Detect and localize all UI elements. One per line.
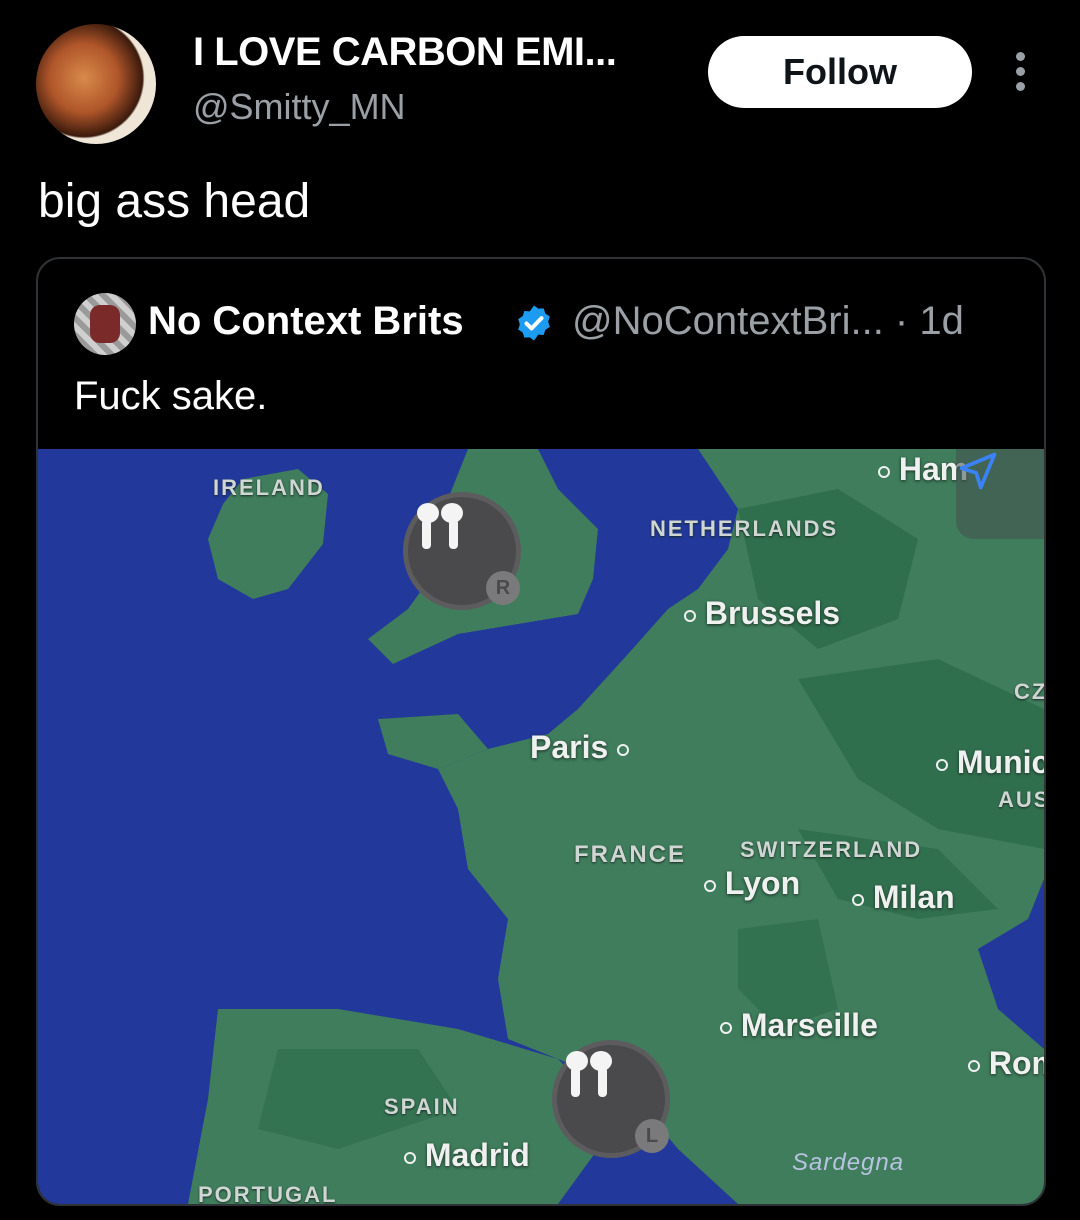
city-brussels: Brussels [684,595,840,632]
quoted-tweet[interactable]: No Context Brits @NoContextBri... · 1d F… [36,257,1046,1206]
city-lyon: Lyon [704,865,800,902]
pin-badge: L [635,1119,669,1153]
airpod-right-pin[interactable]: R [403,492,521,610]
map-land [188,449,1044,1204]
follow-button[interactable]: Follow [708,36,972,108]
author-avatar[interactable] [36,24,156,144]
more-options-icon[interactable] [1006,52,1034,96]
quoted-author-name: No Context Brits [148,299,464,343]
label-aus: AUS [998,787,1044,812]
airpods-icon [417,503,463,549]
label-france: FRANCE [574,841,686,868]
author-name[interactable]: I LOVE CARBON EMI... [193,30,617,75]
city-rome: Rom [968,1045,1044,1082]
verified-badge-icon [518,305,550,341]
airpod-left-pin[interactable]: L [552,1040,670,1158]
location-arrow-icon [959,452,997,490]
label-cz: CZ [1014,679,1044,704]
city-madrid: Madrid [404,1137,530,1174]
city-marseille: Marseille [720,1007,878,1044]
map-image[interactable]: IRELAND NETHERLANDS FRANCE SWITZERLAND S… [38,449,1044,1204]
label-sardegna: Sardegna [792,1149,905,1176]
label-switzerland: SWITZERLAND [740,837,923,862]
author-handle[interactable]: @Smitty_MN [193,86,406,128]
label-ireland: IRELAND [213,475,325,500]
city-munich: Munic [936,744,1044,781]
city-milan: Milan [852,879,955,916]
city-ham: Ham [878,451,968,488]
quoted-handle-time: @NoContextBri... · 1d [572,299,964,343]
tweet-text: big ass head [38,175,311,228]
label-netherlands: NETHERLANDS [650,516,839,541]
label-spain: SPAIN [384,1094,460,1119]
airpods-icon [566,1051,612,1097]
city-paris: Paris [530,729,630,766]
quoted-avatar[interactable] [74,293,136,355]
label-portugal: PORTUGAL [198,1182,338,1204]
location-arrow-button[interactable] [956,449,1044,539]
pin-badge: R [486,571,520,605]
quoted-text: Fuck sake. [74,374,268,418]
